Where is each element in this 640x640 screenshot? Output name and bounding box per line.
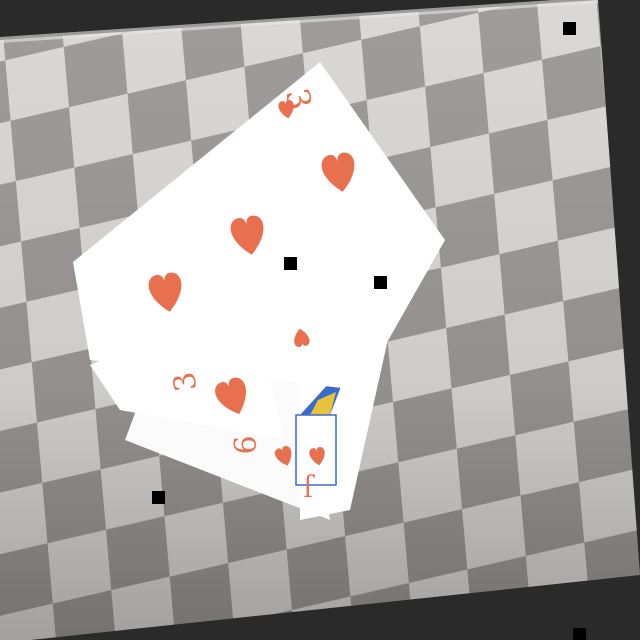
marker-square bbox=[374, 276, 387, 289]
card-rank-six: 6 bbox=[229, 435, 264, 454]
marker-square bbox=[152, 491, 165, 504]
photo-scene: 6 J 3 3 bbox=[0, 0, 640, 640]
marker-square bbox=[284, 257, 297, 270]
marker-square bbox=[563, 22, 576, 35]
marker-square bbox=[573, 628, 586, 640]
